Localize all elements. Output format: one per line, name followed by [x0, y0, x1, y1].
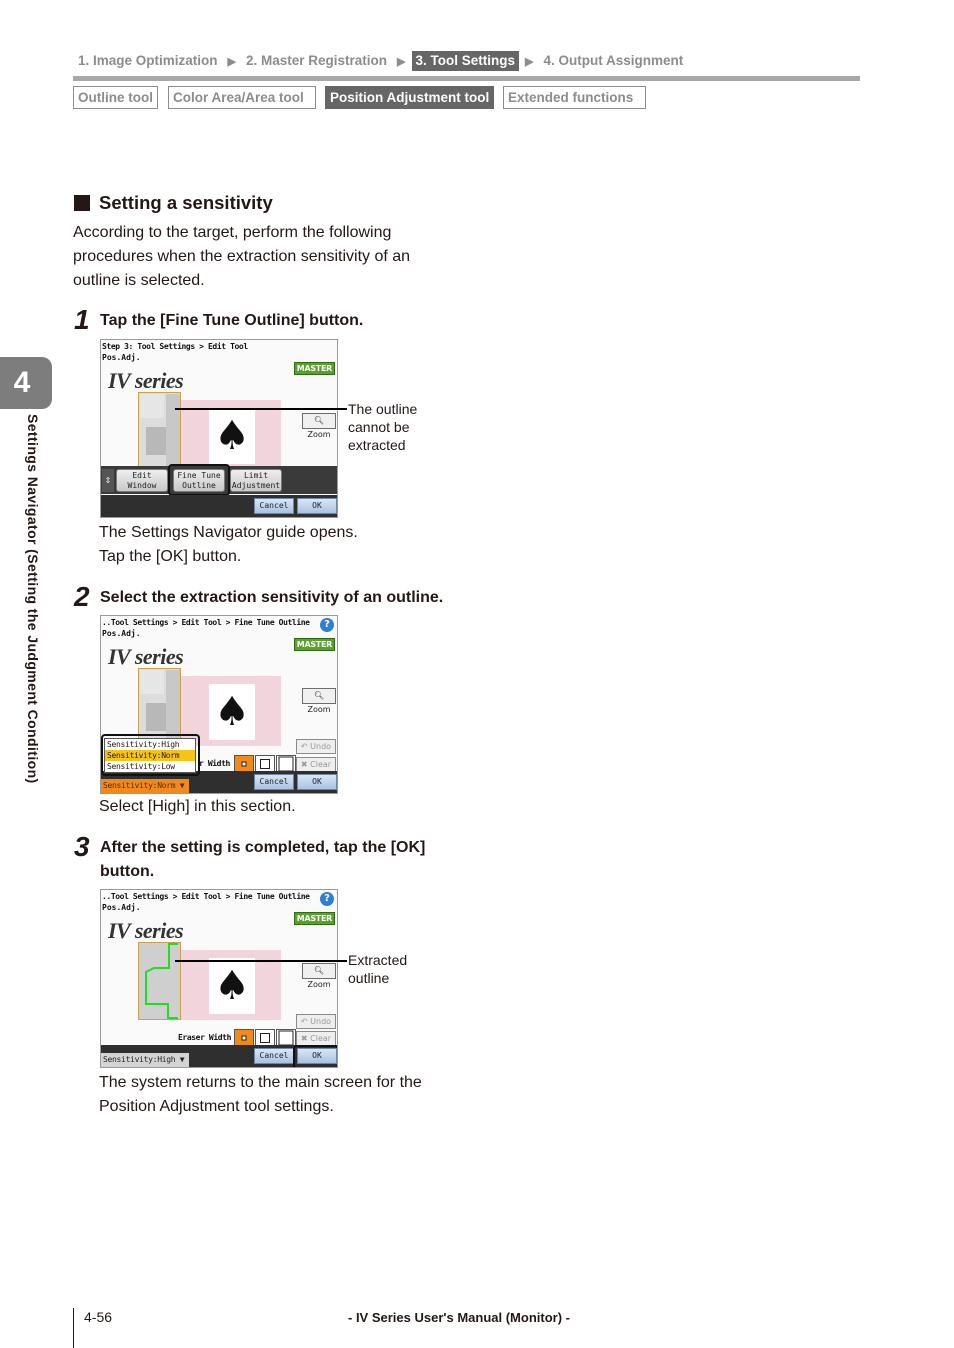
cancel-button[interactable]: Cancel: [254, 1048, 294, 1064]
step-number: 1: [74, 304, 90, 335]
zoom-button[interactable]: 🔍︎ Zoom: [302, 413, 336, 439]
callout-outline-not-extracted: The outline cannot be extracted: [348, 401, 418, 453]
chapter-side-title: Settings Navigator (Setting the Judgment…: [23, 414, 43, 834]
screen-breadcrumb: Step 3: Tool Settings > Edit Tool: [102, 342, 248, 351]
undo-icon: ↶: [300, 1017, 308, 1026]
step-text: Select the extraction sensitivity of an …: [100, 589, 444, 606]
section-intro: According to the target, perform the fol…: [73, 224, 411, 289]
step-text: Tap the [Fine Tune Outline] button.: [100, 312, 364, 329]
cancel-button[interactable]: Cancel: [254, 498, 294, 514]
highlight-frame: [168, 464, 230, 496]
undo-icon: ↶: [300, 742, 308, 751]
zoom-button[interactable]: 🔍︎ Zoom: [302, 963, 336, 989]
step-3-heading: 3 After the setting is completed, tap th…: [74, 831, 460, 884]
magnifier-icon: 🔍︎: [313, 966, 325, 975]
manual-title: - IV Series User's Manual (Monitor) -: [348, 1310, 570, 1325]
callout-leader-line: [175, 408, 347, 410]
ok-button[interactable]: OK: [297, 498, 337, 514]
page-number: 4-56: [84, 1309, 113, 1325]
section-heading: Setting a sensitivity: [74, 192, 273, 214]
step-2-heading: 2 Select the extraction sensitivity of a…: [74, 581, 460, 612]
clear-button[interactable]: ✖ Clear: [296, 1031, 336, 1046]
clear-x-icon: ✖: [300, 760, 308, 769]
step-1-note-2: Tap the [OK] button.: [99, 548, 242, 565]
triangle-right-icon: ▶: [227, 55, 236, 68]
chapter-number-tab: 4: [0, 357, 52, 409]
step-number: 2: [74, 581, 90, 612]
help-icon[interactable]: ?: [320, 618, 334, 632]
screenshot-step-2: ..Tool Settings > Edit Tool > Fine Tune …: [100, 615, 338, 794]
screen-breadcrumb: ..Tool Settings > Edit Tool > Fine Tune …: [102, 618, 310, 627]
iv-series-logo: IV series: [108, 368, 184, 393]
sensitivity-dropdown-button[interactable]: Sensitivity:Norm ▼: [101, 779, 189, 793]
extracted-outline: [145, 943, 178, 1019]
workflow-breadcrumb: 1. Image Optimization ▶ 2. Master Regist…: [78, 51, 687, 71]
screenshot-step-1: Step 3: Tool Settings > Edit Tool Pos.Ad…: [100, 339, 338, 518]
undo-button[interactable]: ↶ Undo: [296, 739, 336, 754]
cancel-button[interactable]: Cancel: [254, 774, 294, 790]
master-badge: MASTER: [293, 638, 335, 651]
tab-outline-tool[interactable]: Outline tool: [73, 86, 158, 109]
iv-series-logo: IV series: [108, 918, 184, 943]
workflow-step-image-optimization[interactable]: 1. Image Optimization: [78, 51, 222, 71]
workflow-step-tool-settings[interactable]: 3. Tool Settings: [411, 51, 520, 71]
screenshot-step-3: ..Tool Settings > Edit Tool > Fine Tune …: [100, 889, 338, 1068]
bottom-bar: Cancel OK: [101, 495, 337, 517]
chapter-title-text: Settings Navigator (Setting the Judgment…: [25, 414, 41, 784]
step-1-note-1: The Settings Navigator guide opens.: [99, 524, 358, 541]
screen-subtitle: Pos.Adj.: [102, 903, 141, 912]
zoom-button[interactable]: 🔍︎ Zoom: [302, 688, 336, 714]
triangle-right-icon: ▶: [397, 55, 406, 68]
sensitivity-dropdown-button[interactable]: Sensitivity:High ▼: [101, 1053, 189, 1067]
section-title-text: Setting a sensitivity: [99, 192, 273, 213]
tab-position-adjustment-tool[interactable]: Position Adjustment tool: [325, 86, 494, 109]
highlight-frame: [101, 734, 200, 776]
header-divider: [73, 76, 860, 81]
eraser-width-label: r Width: [199, 759, 230, 768]
clear-x-icon: ✖: [300, 1034, 308, 1043]
footer-divider: [73, 1308, 74, 1348]
limit-adjustment-button[interactable]: Limit Adjustment: [230, 469, 282, 492]
spade-icon: ♠: [214, 413, 250, 459]
step-1-heading: 1 Tap the [Fine Tune Outline] button.: [74, 304, 460, 335]
clear-button[interactable]: ✖ Clear: [296, 757, 336, 772]
edit-window-button[interactable]: Edit Window: [116, 469, 168, 492]
ok-button[interactable]: OK: [297, 774, 337, 790]
screen-subtitle: Pos.Adj.: [102, 629, 141, 638]
iv-series-logo: IV series: [108, 644, 184, 669]
magnifier-icon: 🔍︎: [313, 691, 325, 700]
undo-button[interactable]: ↶ Undo: [296, 1014, 336, 1029]
square-bullet-icon: [74, 195, 90, 211]
spade-icon: ♠: [214, 963, 250, 1009]
tab-color-area-tool[interactable]: Color Area/Area tool: [168, 86, 316, 109]
workflow-step-output-assignment[interactable]: 4. Output Assignment: [540, 51, 688, 71]
highlight-frame: [293, 1045, 337, 1067]
callout-leader-line: [175, 960, 347, 962]
step-2-note: Select [High] in this section.: [99, 798, 296, 815]
help-icon[interactable]: ?: [320, 892, 334, 906]
position-adjustment-window[interactable]: [138, 392, 181, 470]
screen-subtitle: Pos.Adj.: [102, 353, 141, 362]
step-text: After the setting is completed, tap the …: [100, 839, 426, 880]
scroll-toggle-icon[interactable]: ⇕: [102, 469, 114, 492]
magnifier-icon: 🔍︎: [313, 416, 325, 425]
spade-icon: ♠: [214, 689, 250, 735]
workflow-step-master-registration[interactable]: 2. Master Registration: [242, 51, 391, 71]
master-badge: MASTER: [293, 362, 335, 375]
triangle-right-icon: ▶: [525, 55, 534, 68]
tab-extended-functions[interactable]: Extended functions: [503, 86, 646, 109]
callout-extracted-outline: Extracted outline: [348, 952, 408, 986]
step-3-note: The system returns to the main screen fo…: [99, 1074, 422, 1115]
master-badge: MASTER: [293, 912, 335, 925]
screen-breadcrumb: ..Tool Settings > Edit Tool > Fine Tune …: [102, 892, 310, 901]
eraser-width-label: Eraser Width: [178, 1033, 231, 1042]
step-number: 3: [74, 831, 90, 862]
